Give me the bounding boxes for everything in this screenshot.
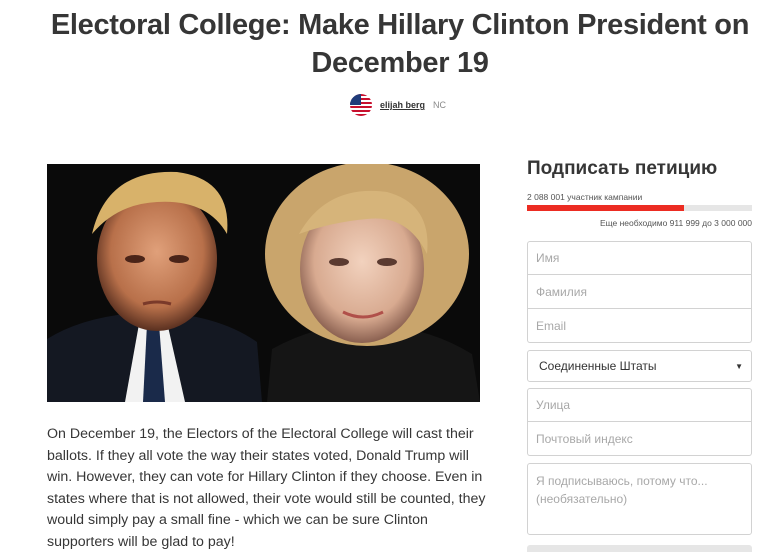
supporter-count: 2 088 001 участник кампании: [527, 192, 643, 202]
last-name-field[interactable]: [527, 275, 752, 309]
zip-code-field[interactable]: [527, 422, 752, 456]
petition-title: Electoral College: Make Hillary Clinton …: [50, 9, 750, 79]
first-name-field[interactable]: [527, 241, 752, 275]
petition-image: [47, 164, 480, 402]
signatures-needed: Еще необходимо 911 999 до 3 000 000: [599, 218, 752, 228]
country-select-value: Соединенные Штаты: [539, 359, 657, 373]
reason-textarea[interactable]: [527, 463, 752, 535]
signature-progress-fill: [527, 205, 684, 211]
author-byline: elijah berg NC: [350, 93, 446, 117]
avatar[interactable]: [350, 94, 372, 116]
caret-down-icon: ▼: [735, 361, 743, 371]
signature-progress-bar: [527, 205, 752, 211]
sign-heading: Подписать петицию: [527, 158, 718, 179]
street-field[interactable]: [527, 388, 752, 422]
email-field[interactable]: [527, 309, 752, 343]
petition-description: On December 19, the Electors of the Elec…: [47, 426, 486, 550]
country-select[interactable]: Соединенные Штаты ▼: [527, 350, 752, 382]
next-form-element: [527, 545, 752, 552]
author-location: NC: [433, 100, 447, 110]
author-link[interactable]: elijah berg: [380, 100, 425, 110]
